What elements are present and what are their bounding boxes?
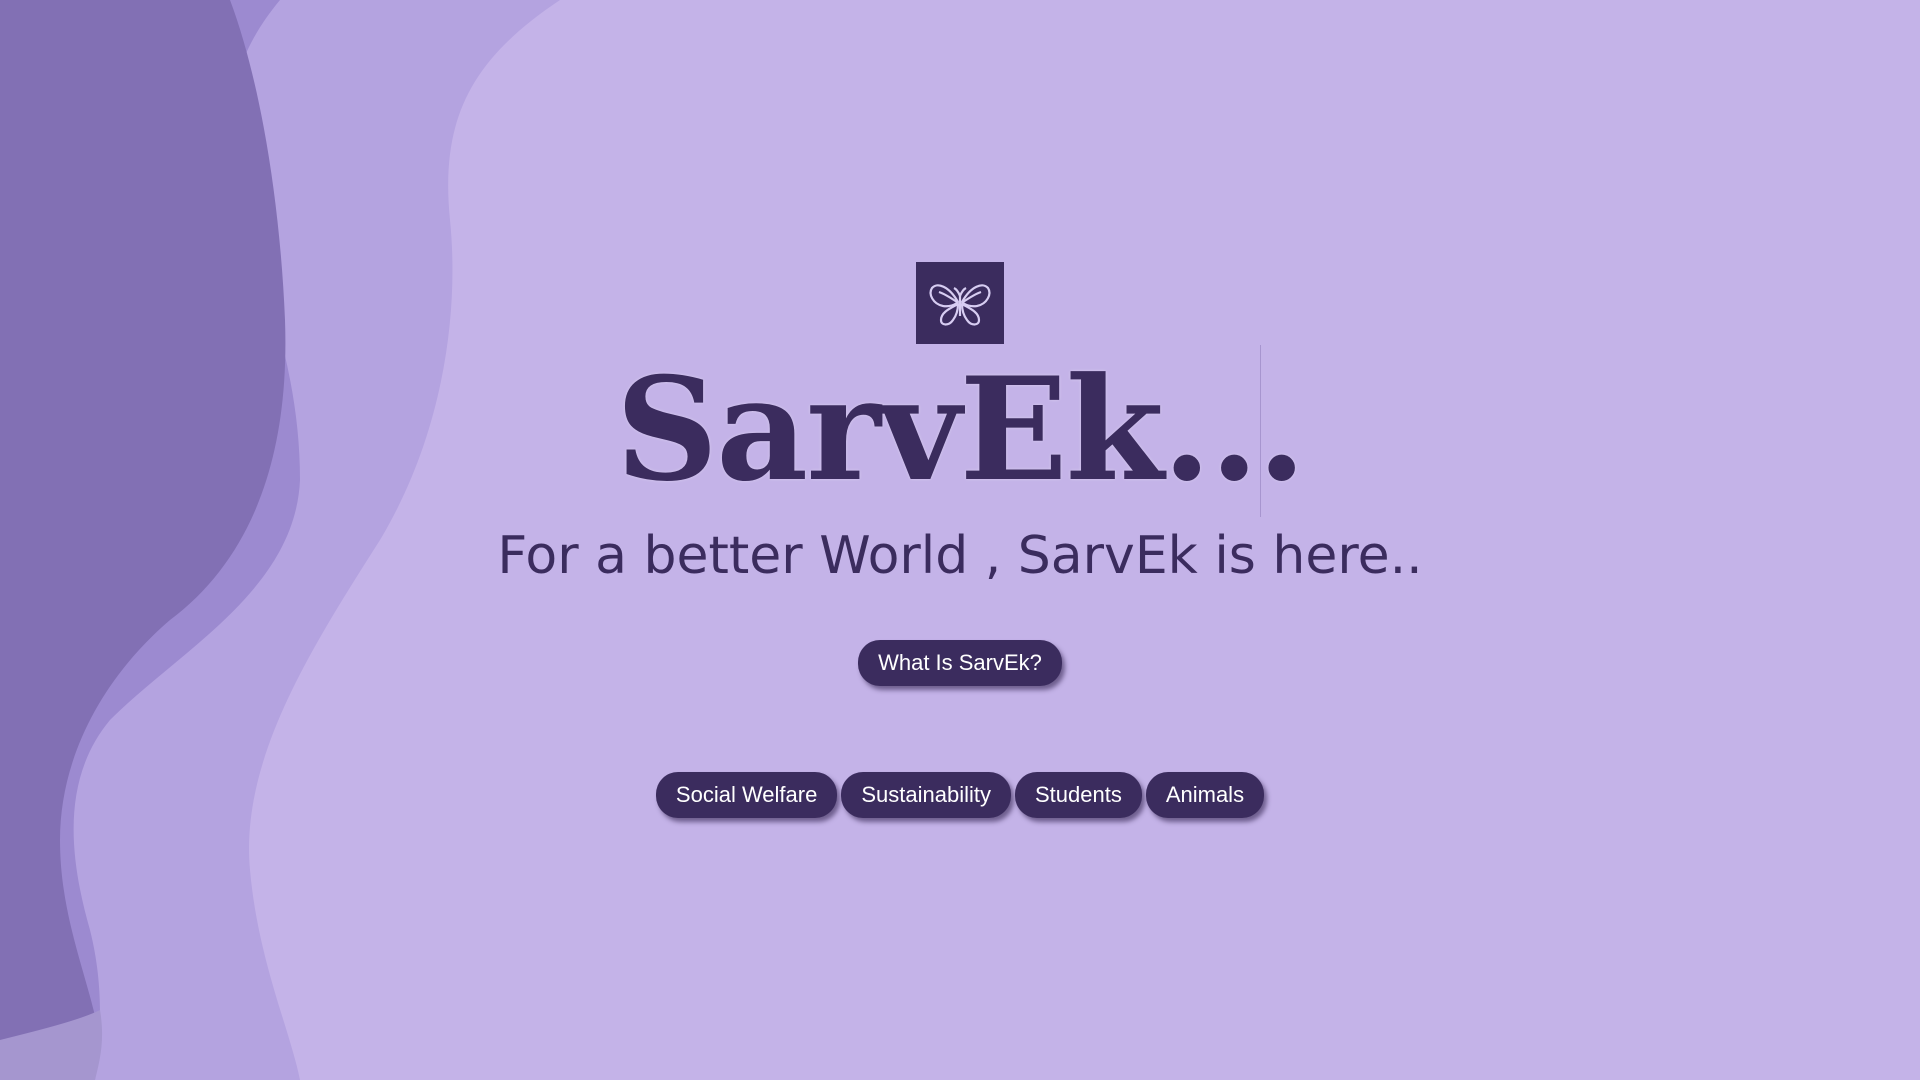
landing-page: SarvEk... For a better World , SarvEk is… (0, 0, 1920, 1080)
cta-container: What Is SarvEk? (0, 640, 1920, 686)
social-welfare-button[interactable]: Social Welfare (655, 772, 838, 818)
logo[interactable] (916, 262, 1004, 344)
what-is-sarvek-button[interactable]: What Is SarvEk? (858, 640, 1062, 686)
brand-tagline: For a better World , SarvEk is here.. (497, 526, 1423, 586)
students-button[interactable]: Students (1014, 772, 1142, 818)
animals-button[interactable]: Animals (1145, 772, 1265, 818)
brand-title: SarvEk... (615, 347, 1307, 513)
butterfly-icon (929, 284, 991, 326)
category-buttons: Social Welfare Sustainability Students A… (0, 772, 1920, 818)
sustainability-button[interactable]: Sustainability (841, 772, 1011, 818)
text-caret (1260, 345, 1261, 517)
